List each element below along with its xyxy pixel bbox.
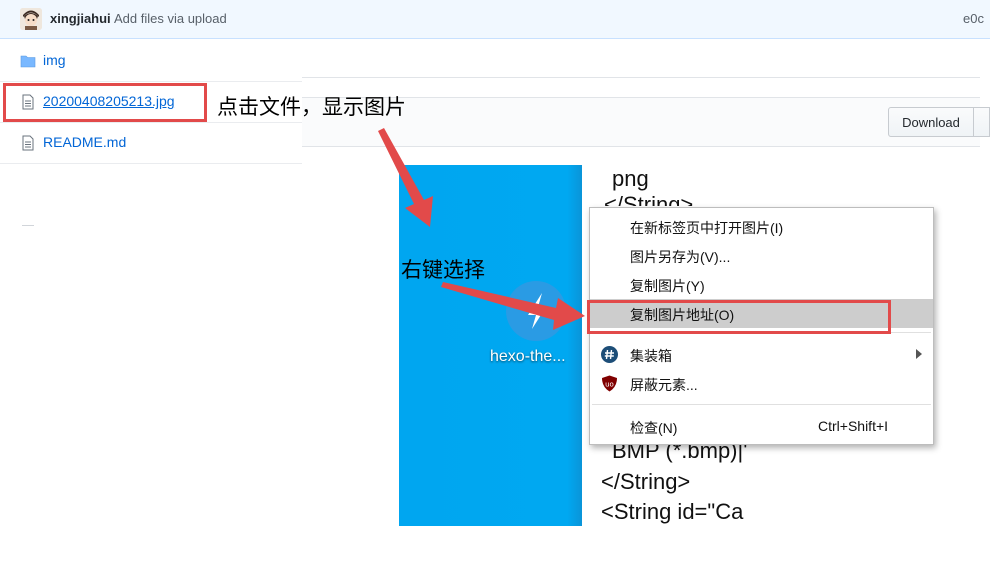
annotation-arrow-right — [441, 282, 585, 330]
annotation-arrows — [378, 128, 585, 330]
annotation-arrow-down — [378, 128, 433, 227]
